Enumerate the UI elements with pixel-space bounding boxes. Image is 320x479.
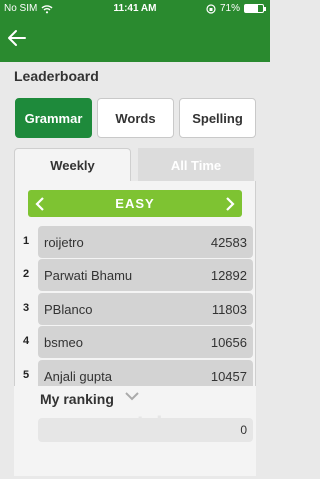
ranking-row: 4 bsmeo 10656 bbox=[14, 326, 256, 358]
page-title: Leaderboard bbox=[14, 68, 99, 84]
rank-number: 5 bbox=[23, 369, 30, 381]
player-score: 10457 bbox=[210, 369, 247, 384]
back-button[interactable] bbox=[6, 28, 28, 48]
level-prev-button[interactable] bbox=[28, 190, 52, 217]
tab-grammar[interactable]: Grammar bbox=[15, 98, 92, 138]
tab-spelling[interactable]: Spelling bbox=[179, 98, 256, 138]
player-name: Parwati Bhamu bbox=[44, 268, 133, 283]
battery-text: 71% bbox=[219, 3, 240, 14]
ranking-pill: roijetro 42583 bbox=[38, 226, 253, 258]
player-name: roijetro bbox=[44, 235, 84, 250]
rank-number: 1 bbox=[23, 235, 30, 247]
tab-words-label: Words bbox=[115, 110, 156, 126]
rank-number: 2 bbox=[23, 268, 30, 280]
player-name: Anjali gupta bbox=[44, 369, 112, 384]
ranking-row: 2 Parwati Bhamu 12892 bbox=[14, 259, 256, 291]
tab-weekly[interactable]: Weekly bbox=[14, 148, 131, 182]
player-score: 11803 bbox=[211, 302, 247, 317]
battery-fill bbox=[245, 5, 258, 12]
rank-number: 3 bbox=[23, 302, 30, 314]
rank-number: 4 bbox=[23, 335, 30, 347]
level-label: EASY bbox=[115, 196, 155, 211]
battery-icon bbox=[244, 4, 266, 13]
watermark-text: uantrimang bbox=[96, 413, 225, 434]
player-score: 12892 bbox=[210, 268, 247, 283]
app-header: No SIM 11:41 AM 71% bbox=[0, 0, 270, 62]
player-score: 42583 bbox=[210, 235, 247, 250]
player-name: PBlanco bbox=[44, 302, 93, 317]
tab-all-time-label: All Time bbox=[170, 157, 222, 173]
chevron-down-icon bbox=[125, 392, 139, 401]
tab-all-time[interactable]: All Time bbox=[138, 148, 254, 182]
player-name: bsmeo bbox=[44, 335, 84, 350]
ranking-pill: Parwati Bhamu 12892 bbox=[38, 259, 253, 291]
my-ranking-title: My ranking bbox=[40, 391, 114, 407]
tab-grammar-label: Grammar bbox=[24, 110, 83, 126]
tab-spelling-label: Spelling bbox=[192, 110, 243, 126]
ranking-pill: PBlanco 11803 bbox=[38, 293, 253, 325]
chevron-right-icon bbox=[226, 196, 235, 211]
status-bar: No SIM 11:41 AM 71% bbox=[0, 0, 270, 18]
level-selector: EASY bbox=[28, 190, 242, 217]
back-arrow-icon bbox=[8, 30, 26, 46]
player-score: 10656 bbox=[210, 335, 247, 350]
tab-weekly-label: Weekly bbox=[50, 158, 95, 173]
ranking-pill: bsmeo 10656 bbox=[38, 326, 253, 358]
rotation-lock-icon bbox=[206, 3, 216, 14]
level-next-button[interactable] bbox=[218, 190, 242, 217]
ranking-row: 1 roijetro 42583 bbox=[14, 226, 256, 258]
ranking-row: 3 PBlanco 11803 bbox=[14, 293, 256, 325]
tab-words[interactable]: Words bbox=[97, 98, 174, 138]
my-score: 0 bbox=[240, 423, 247, 437]
chevron-left-icon bbox=[35, 196, 44, 211]
my-ranking-toggle[interactable] bbox=[124, 389, 140, 403]
status-right: 71% bbox=[206, 3, 266, 14]
